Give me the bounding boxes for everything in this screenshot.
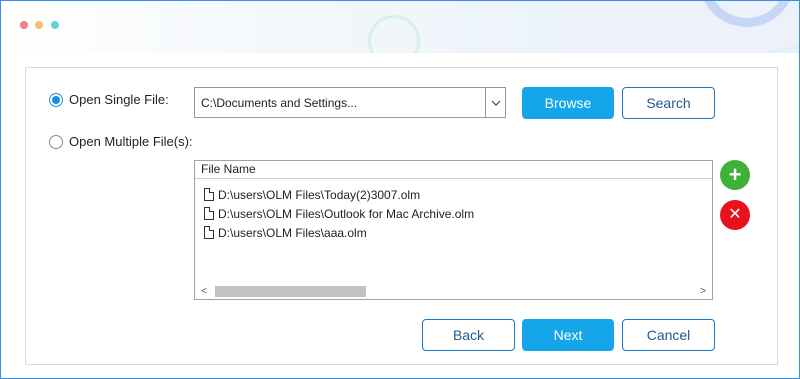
single-file-path-value: C:\Documents and Settings... — [201, 95, 358, 110]
chevron-down-icon[interactable] — [485, 88, 505, 117]
open-single-file-radio[interactable] — [49, 92, 63, 107]
open-single-file-label: Open Single File: — [69, 92, 169, 107]
list-item[interactable]: D:\users\OLM Files\Today(2)3007.olm — [195, 185, 712, 204]
scroll-left-icon[interactable]: < — [195, 286, 213, 297]
decorative-ring-small — [368, 15, 420, 53]
browse-button[interactable]: Browse — [522, 87, 614, 119]
open-multiple-files-option[interactable]: Open Multiple File(s): — [49, 134, 193, 149]
open-multiple-files-label: Open Multiple File(s): — [69, 134, 193, 149]
file-path: D:\users\OLM Files\aaa.olm — [218, 225, 367, 240]
add-file-button[interactable]: + — [720, 160, 750, 190]
scroll-track[interactable] — [213, 285, 694, 297]
file-icon — [204, 226, 214, 239]
title-bar — [1, 1, 799, 53]
file-path: D:\users\OLM Files\Today(2)3007.olm — [218, 187, 421, 202]
app-window: Open Single File: C:\Documents and Setti… — [0, 0, 800, 379]
close-dot[interactable] — [20, 21, 28, 29]
single-file-path-combo[interactable]: C:\Documents and Settings... — [194, 87, 506, 118]
file-icon — [204, 188, 214, 201]
file-list-items: D:\users\OLM Files\Today(2)3007.olm D:\u… — [195, 179, 712, 242]
close-icon: ✕ — [728, 206, 742, 223]
file-path: D:\users\OLM Files\Outlook for Mac Archi… — [218, 206, 475, 221]
remove-file-button[interactable]: ✕ — [720, 200, 750, 230]
minimize-dot[interactable] — [35, 21, 43, 29]
scroll-right-icon[interactable]: > — [694, 286, 712, 297]
file-name-column-header[interactable]: File Name — [195, 161, 712, 179]
search-button[interactable]: Search — [622, 87, 715, 119]
back-button[interactable]: Back — [422, 319, 515, 351]
open-multiple-files-radio[interactable] — [49, 134, 63, 149]
list-item[interactable]: D:\users\OLM Files\aaa.olm — [195, 223, 712, 242]
open-single-file-option[interactable]: Open Single File: — [49, 92, 169, 107]
list-item[interactable]: D:\users\OLM Files\Outlook for Mac Archi… — [195, 204, 712, 223]
maximize-dot[interactable] — [51, 21, 59, 29]
file-list[interactable]: File Name D:\users\OLM Files\Today(2)300… — [194, 160, 713, 300]
file-icon — [204, 207, 214, 220]
horizontal-scrollbar[interactable]: < > — [195, 283, 712, 299]
next-button[interactable]: Next — [522, 319, 614, 351]
plus-icon: + — [728, 162, 742, 187]
scroll-thumb[interactable] — [215, 286, 366, 297]
cancel-button[interactable]: Cancel — [622, 319, 715, 351]
